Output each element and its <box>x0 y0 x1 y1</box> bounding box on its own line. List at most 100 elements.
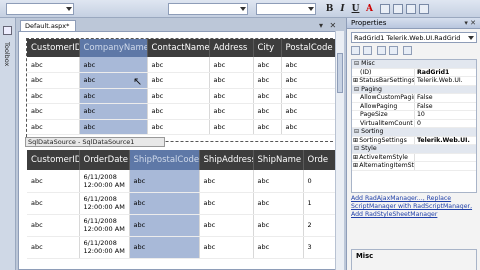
scrollbar-thumb[interactable] <box>337 53 343 93</box>
property-row[interactable]: AllowPaging False <box>352 102 476 111</box>
column-header[interactable]: CompanyName <box>79 39 148 57</box>
properties-title-bar: Properties ▾ ✕ <box>347 18 480 29</box>
table-cell: abc <box>27 88 80 104</box>
object-selector-value: RadGrid1 Telerik.Web.UI.RadGrid <box>354 34 461 42</box>
property-value[interactable]: RadGrid1 <box>414 68 476 76</box>
property-row[interactable]: AlternatingItemStyle <box>352 162 476 171</box>
column-header[interactable]: ShipPostalCode <box>129 150 200 170</box>
radgrid1[interactable]: CustomerID CompanyName ContactName Address C… <box>27 39 338 135</box>
property-row[interactable]: VirtualItemCount 0 <box>352 119 476 128</box>
table-cell: 6/11/2008 12:00:00 AM <box>79 214 130 237</box>
property-name: SortingSettings <box>352 136 414 144</box>
property-value[interactable] <box>414 162 476 170</box>
alphabetical-icon[interactable] <box>363 46 372 55</box>
property-name: PageSize <box>352 111 414 119</box>
property-name: StatusBarSettings <box>352 77 414 85</box>
column-header[interactable]: ContactName <box>147 39 210 57</box>
table-cell: abc <box>27 170 80 193</box>
property-name: VirtualItemCount <box>352 119 414 127</box>
font-dropdown[interactable] <box>168 3 248 15</box>
table-row: abc 6/11/2008 12:00:00 AM abc abc abc 0 <box>27 170 343 193</box>
property-value[interactable]: Telerik.Web.UI. <box>414 77 476 85</box>
table-cell: abc <box>27 214 80 237</box>
column-header[interactable]: CustomerID <box>27 39 80 57</box>
property-row[interactable]: AllowCustomPagin False <box>352 94 476 103</box>
table-cell: abc <box>79 57 148 73</box>
chevron-down-icon <box>240 7 246 11</box>
indent-icon[interactable] <box>419 4 429 14</box>
category-name: Style <box>352 145 472 153</box>
table-cell: abc <box>27 103 80 120</box>
table-row: abc abc abc abc abc abc <box>27 119 338 135</box>
align-left-icon[interactable] <box>380 4 390 14</box>
align-center-icon[interactable] <box>393 4 403 14</box>
property-category[interactable]: Sorting <box>352 128 476 137</box>
table-cell: abc <box>253 88 282 104</box>
underline-button[interactable]: U <box>350 3 361 15</box>
property-name: AllowCustomPagin <box>352 94 414 102</box>
property-row[interactable]: (ID) RadGrid1 <box>352 68 476 77</box>
table-cell: abc <box>27 192 80 215</box>
column-header[interactable]: Address <box>209 39 254 57</box>
radgrid2[interactable]: CustomerID OrderDate ShipPostalCode ShipAdd… <box>27 150 343 259</box>
properties-icon[interactable] <box>377 46 386 55</box>
property-pages-icon[interactable] <box>403 46 412 55</box>
column-header[interactable]: City <box>253 39 282 57</box>
column-header[interactable]: PostalCode <box>281 39 338 57</box>
chevron-down-icon <box>308 7 314 11</box>
property-row[interactable]: SortingSettingsTelerik.Web.UI. <box>352 136 476 145</box>
column-header[interactable]: CustomerID <box>27 150 80 170</box>
properties-window-controls[interactable]: ▾ ✕ <box>464 18 476 29</box>
add-radstylesheetmanager-link[interactable]: Add RadStyleSheetManager <box>351 211 437 218</box>
size-dropdown[interactable] <box>256 3 316 15</box>
table-cell: abc <box>27 72 80 89</box>
categorized-icon[interactable] <box>351 46 360 55</box>
document-window-controls[interactable]: ▾ ✕ <box>319 21 338 30</box>
property-value[interactable] <box>414 153 476 161</box>
table-cell: abc <box>253 192 304 215</box>
property-value[interactable]: Telerik.Web.UI. <box>414 136 476 144</box>
property-row[interactable]: StatusBarSettingsTelerik.Web.UI. <box>352 77 476 86</box>
toolbox-strip[interactable]: Toolbox <box>0 18 16 270</box>
table-cell: abc <box>253 72 282 89</box>
column-header[interactable]: OrderDate <box>79 150 130 170</box>
document-tab[interactable]: Default.aspx* <box>20 20 76 31</box>
table-row: abc abc abc abc abc abc <box>27 72 338 89</box>
object-selector[interactable]: RadGrid1 Telerik.Web.UI.RadGrid <box>351 32 477 43</box>
events-icon[interactable] <box>389 46 398 55</box>
table-cell: abc <box>147 72 210 89</box>
property-category[interactable]: Style <box>352 145 476 154</box>
column-header[interactable]: ShipAddress <box>199 150 254 170</box>
property-value[interactable]: False <box>414 94 476 102</box>
table-cell: abc <box>253 57 282 73</box>
property-value[interactable]: False <box>414 102 476 110</box>
italic-button[interactable]: I <box>337 3 348 15</box>
property-category[interactable]: Misc <box>352 60 476 69</box>
property-value[interactable]: 0 <box>414 119 476 127</box>
font-color-button[interactable]: A <box>364 3 375 15</box>
table-cell: abc <box>199 170 254 193</box>
table-row: abc abc abc abc abc abc <box>27 103 338 120</box>
property-row[interactable]: ActiveItemStyle <box>352 153 476 162</box>
table-cell: abc <box>129 170 200 193</box>
property-grid[interactable]: Misc(ID)RadGrid1StatusBarSettingsTelerik… <box>351 59 477 193</box>
property-row[interactable]: PageSize 10 <box>352 111 476 120</box>
table-cell: abc <box>129 236 200 259</box>
column-header[interactable]: ShipName <box>253 150 304 170</box>
designer-surface[interactable]: CustomerID CompanyName ContactName Address C… <box>18 31 344 270</box>
bold-button[interactable]: B <box>324 3 335 15</box>
table-cell: abc <box>27 236 80 259</box>
property-value[interactable]: 10 <box>414 111 476 119</box>
table-cell: abc <box>209 88 254 104</box>
property-name: AlternatingItemStyle <box>352 162 414 170</box>
mouse-cursor-icon: ↖ <box>133 75 143 88</box>
style-dropdown[interactable] <box>6 3 74 15</box>
designer-scrollbar[interactable] <box>335 31 344 270</box>
property-category[interactable]: Paging <box>352 85 476 94</box>
table-cell: abc <box>209 119 254 135</box>
table-cell: abc <box>129 214 200 237</box>
list-icon[interactable] <box>406 4 416 14</box>
table-cell: abc <box>79 88 148 104</box>
sqldatasource-control[interactable]: SqlDataSource - SqlDataSource1 <box>25 137 165 147</box>
add-radajaxmanager-link[interactable]: Add RadAjaxManager... <box>351 195 423 202</box>
